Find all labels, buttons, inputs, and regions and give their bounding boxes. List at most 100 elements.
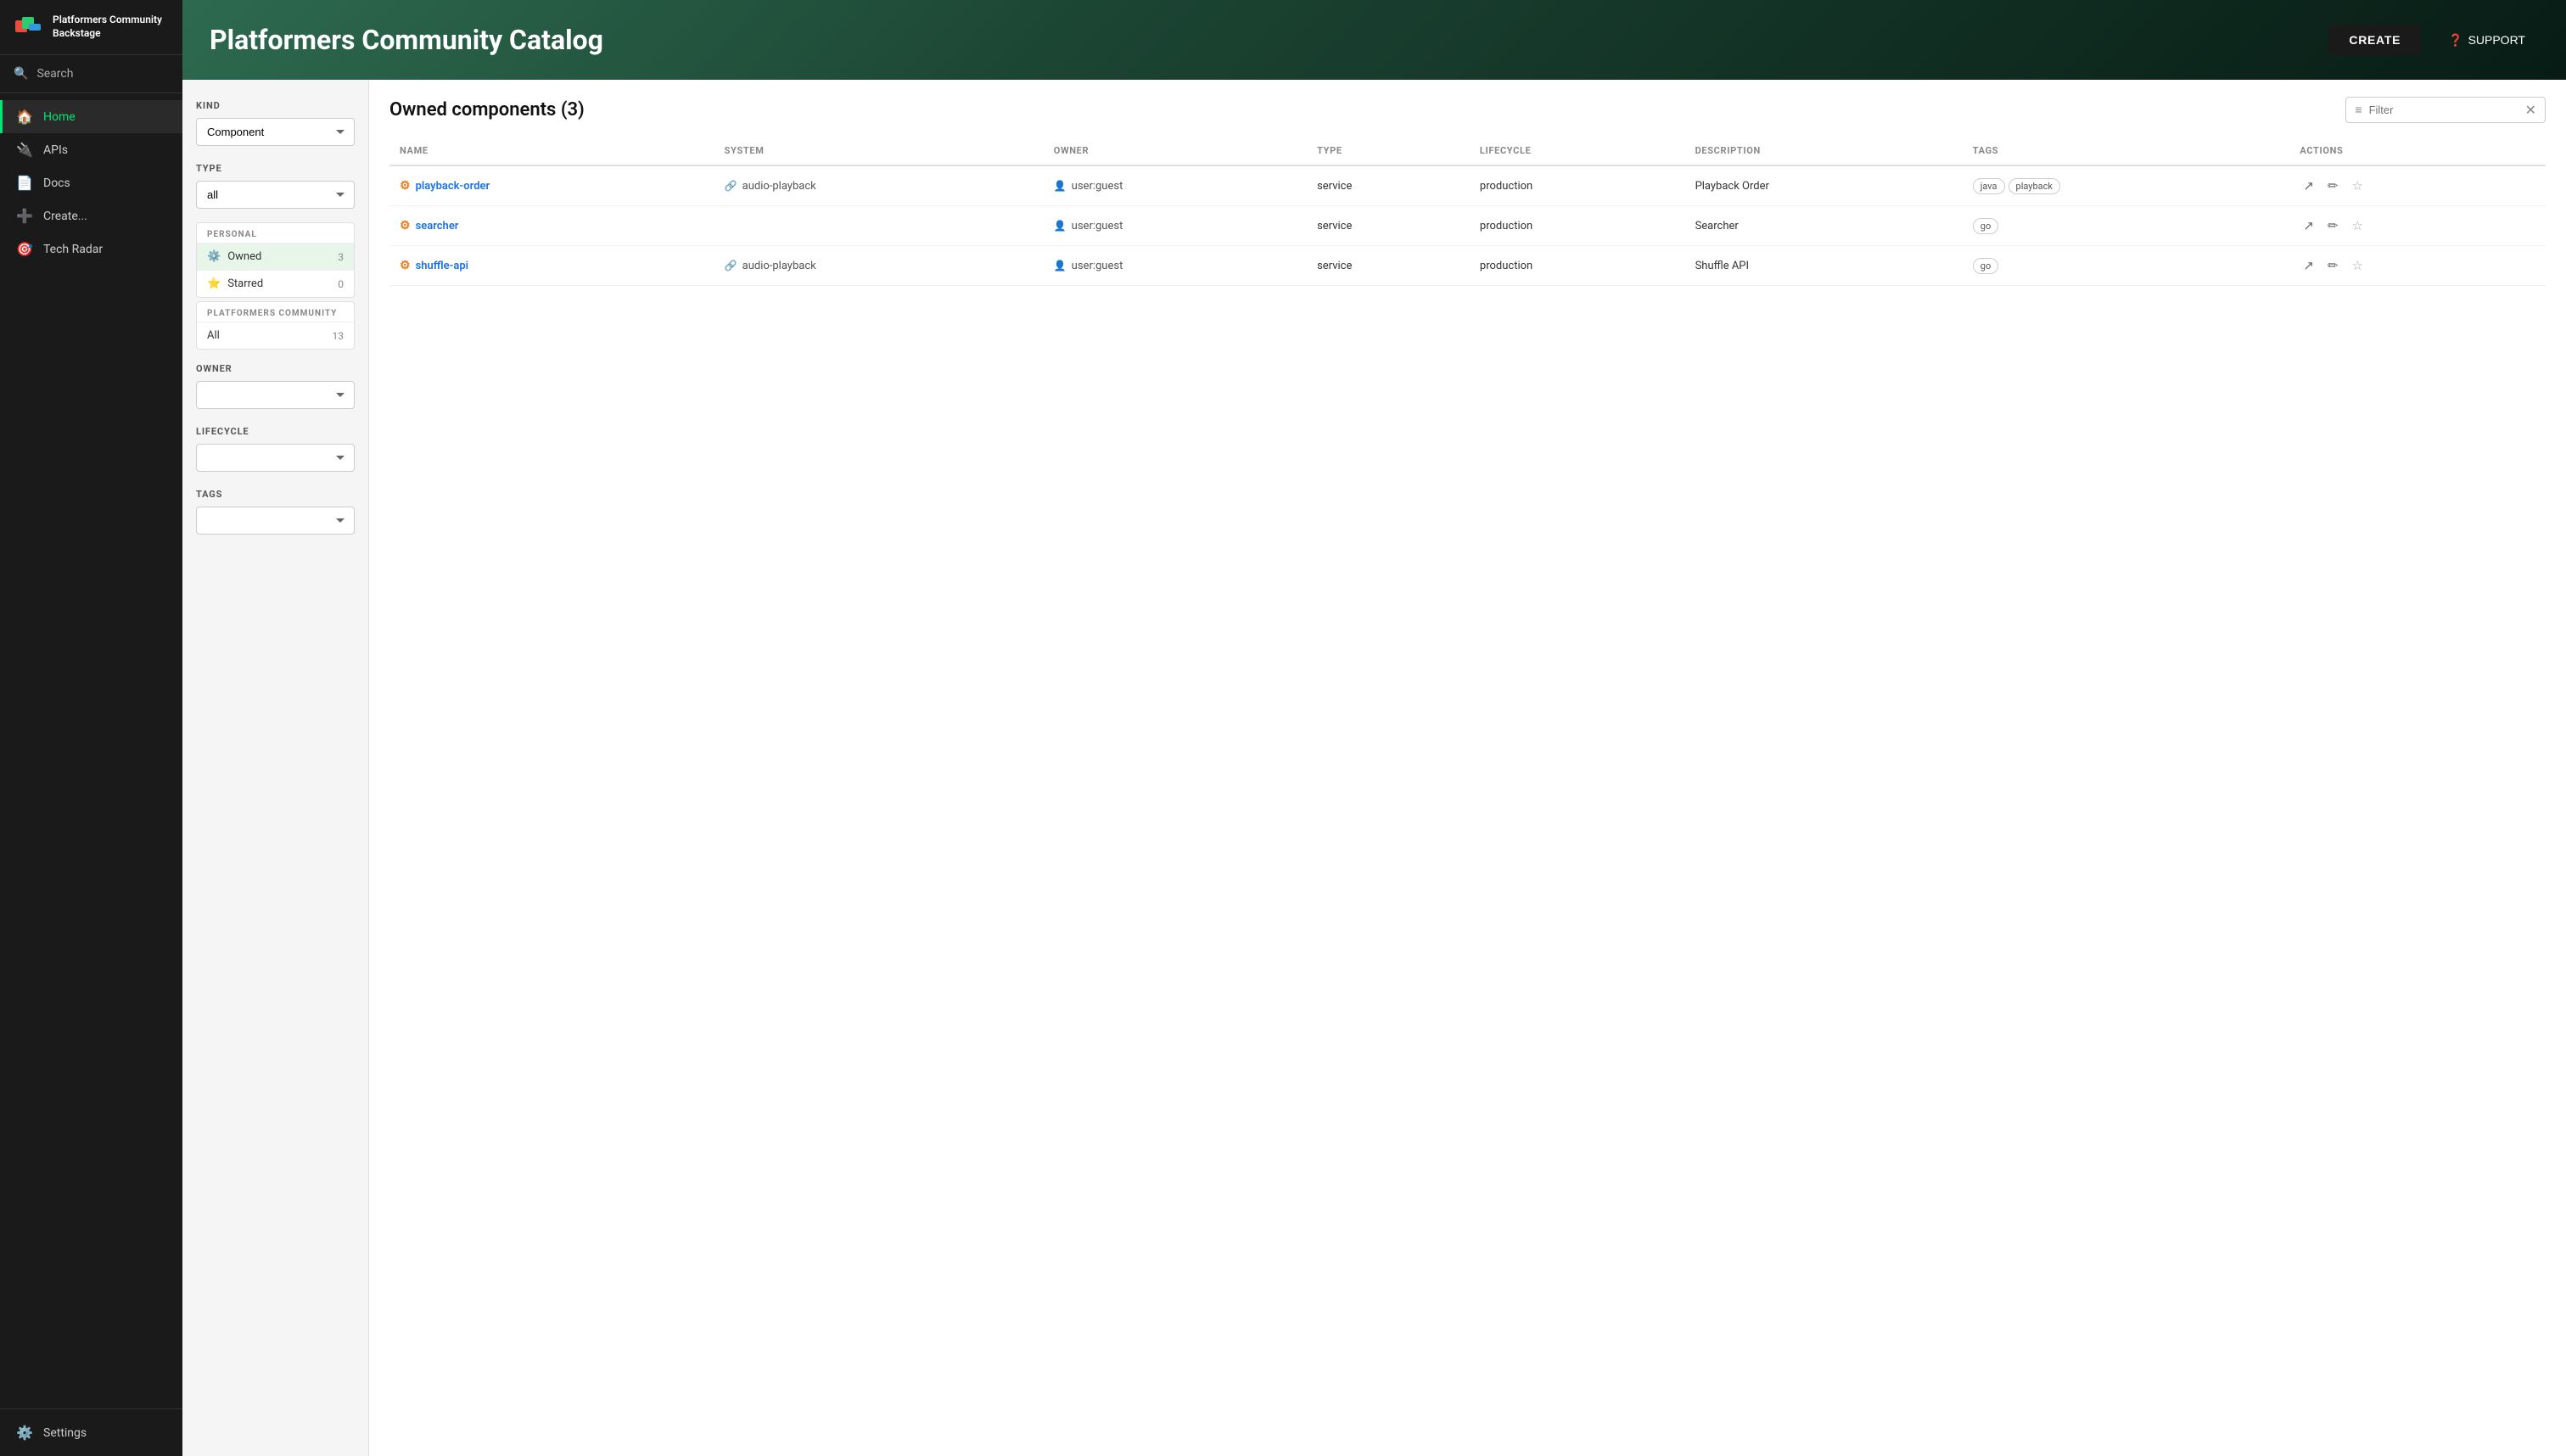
starred-label: Starred <box>227 277 263 290</box>
apis-icon: 🔌 <box>16 142 33 158</box>
personal-group: PERSONAL ⚙️ Owned 3 ⭐ Starred 0 <box>196 222 355 298</box>
lifecycle-label: LIFECYCLE <box>196 426 355 437</box>
owner-name: user:guest <box>1072 180 1123 193</box>
sidebar-item-tech-radar[interactable]: 🎯 Tech Radar <box>0 232 182 266</box>
filter-all[interactable]: All 13 <box>197 322 354 349</box>
tag-badge: go <box>1973 218 1998 234</box>
sidebar-item-create-label: Create... <box>43 210 87 223</box>
star-button[interactable]: ☆ <box>2349 216 2367 235</box>
owner-name: user:guest <box>1072 220 1123 232</box>
sidebar-item-create[interactable]: ➕ Create... <box>0 199 182 232</box>
sidebar-item-docs-label: Docs <box>43 176 70 190</box>
filter-owned[interactable]: ⚙️ Owned 3 <box>197 243 354 270</box>
content-area: Kind Component API System Domain Resourc… <box>182 80 2566 1456</box>
tags-cell: go <box>1963 246 2290 286</box>
open-button[interactable]: ↗ <box>2300 176 2317 195</box>
type-cell: service <box>1307 206 1470 246</box>
kind-label: Kind <box>196 100 355 111</box>
open-button[interactable]: ↗ <box>2300 216 2317 235</box>
sidebar-item-tech-radar-label: Tech Radar <box>43 243 103 256</box>
table-area: Owned components (3) ≡ ✕ NAME SYSTEM OWN… <box>369 80 2566 1456</box>
tags-cell: go <box>1963 206 2290 246</box>
settings-icon: ⚙️ <box>16 1425 33 1441</box>
edit-button[interactable]: ✏ <box>2324 176 2342 195</box>
owner-select[interactable] <box>196 381 355 409</box>
table-title: Owned components (3) <box>389 99 585 120</box>
support-button[interactable]: ❓ SUPPORT <box>2434 25 2539 56</box>
search-label: Search <box>36 67 73 81</box>
tech-radar-icon: 🎯 <box>16 241 33 257</box>
sidebar-logo: Platformers Community Backstage <box>0 0 182 55</box>
page-header: Platformers Community Catalog CREATE ❓ S… <box>182 0 2566 80</box>
component-icon: ⚙ <box>400 219 411 232</box>
system-name: audio-playback <box>742 180 816 193</box>
search-icon: 🔍 <box>14 67 28 81</box>
owner-icon: 👤 <box>1054 180 1067 192</box>
system-icon: 🔗 <box>725 260 737 272</box>
support-icon: ❓ <box>2448 33 2462 48</box>
sidebar-nav: 🏠 Home 🔌 APIs 📄 Docs ➕ Create... 🎯 Tech … <box>0 93 182 1408</box>
system-name: audio-playback <box>742 260 816 272</box>
starred-icon: ⭐ <box>207 277 221 290</box>
filter-input[interactable] <box>2369 104 2518 116</box>
col-system: SYSTEM <box>714 137 1044 165</box>
starred-count: 0 <box>338 278 344 290</box>
personal-group-header: PERSONAL <box>197 223 354 243</box>
header-actions: CREATE ❓ SUPPORT <box>2328 25 2539 56</box>
type-label: Type <box>196 163 355 174</box>
tag-badge: java <box>1973 178 2005 194</box>
sidebar-item-docs[interactable]: 📄 Docs <box>0 166 182 199</box>
type-select[interactable]: all service website library <box>196 181 355 209</box>
star-button[interactable]: ☆ <box>2349 256 2367 275</box>
kind-select[interactable]: Component API System Domain Resource <box>196 118 355 146</box>
component-name[interactable]: shuffle-api <box>416 260 469 272</box>
owned-label: Owned <box>227 250 261 263</box>
table-header-row: Owned components (3) ≡ ✕ <box>389 97 2546 123</box>
filter-clear-button[interactable]: ✕ <box>2525 104 2536 117</box>
system-icon: 🔗 <box>725 180 737 192</box>
filter-icon: ≡ <box>2355 103 2362 117</box>
edit-button[interactable]: ✏ <box>2324 216 2342 235</box>
sidebar-item-apis-label: APIs <box>43 143 68 157</box>
owned-count: 3 <box>338 251 344 263</box>
col-owner: OWNER <box>1044 137 1307 165</box>
sidebar-item-settings-label: Settings <box>43 1426 87 1440</box>
tags-cell: javaplayback <box>1963 165 2290 206</box>
lifecycle-cell: production <box>1470 165 1685 206</box>
description-cell: Playback Order <box>1685 165 1963 206</box>
col-name: NAME <box>389 137 714 165</box>
owner-icon: 👤 <box>1054 260 1067 272</box>
lifecycle-select[interactable] <box>196 444 355 472</box>
component-name[interactable]: searcher <box>416 220 459 232</box>
type-cell: service <box>1307 246 1470 286</box>
table-row: ⚙ playback-order 🔗audio-playback 👤 user:… <box>389 165 2546 206</box>
tags-select[interactable] <box>196 507 355 535</box>
filter-starred[interactable]: ⭐ Starred 0 <box>197 270 354 297</box>
sidebar-item-apis[interactable]: 🔌 APIs <box>0 133 182 166</box>
sidebar: Platformers Community Backstage 🔍 Search… <box>0 0 182 1456</box>
col-description: DESCRIPTION <box>1685 137 1963 165</box>
table-row: ⚙ shuffle-api 🔗audio-playback 👤 user:gue… <box>389 246 2546 286</box>
filter-panel: Kind Component API System Domain Resourc… <box>182 80 369 1456</box>
tag-badge: go <box>1973 258 1998 274</box>
community-group: PLATFORMERS COMMUNITY All 13 <box>196 301 355 350</box>
home-icon: 🏠 <box>16 109 33 125</box>
type-cell: service <box>1307 165 1470 206</box>
sidebar-item-home[interactable]: 🏠 Home <box>0 100 182 133</box>
support-label: SUPPORT <box>2468 33 2525 47</box>
page-title: Platformers Community Catalog <box>210 24 603 56</box>
sidebar-item-settings[interactable]: ⚙️ Settings <box>0 1416 182 1449</box>
component-name[interactable]: playback-order <box>416 180 490 193</box>
edit-button[interactable]: ✏ <box>2324 256 2342 275</box>
filter-input-wrap: ≡ ✕ <box>2345 97 2546 123</box>
lifecycle-cell: production <box>1470 246 1685 286</box>
col-lifecycle: LIFECYCLE <box>1470 137 1685 165</box>
open-button[interactable]: ↗ <box>2300 256 2317 275</box>
star-button[interactable]: ☆ <box>2349 176 2367 195</box>
col-type: TYPE <box>1307 137 1470 165</box>
search-item[interactable]: 🔍 Search <box>0 55 182 93</box>
create-icon: ➕ <box>16 208 33 224</box>
all-count: 13 <box>333 330 345 342</box>
all-label: All <box>207 329 220 342</box>
create-button[interactable]: CREATE <box>2328 25 2421 55</box>
